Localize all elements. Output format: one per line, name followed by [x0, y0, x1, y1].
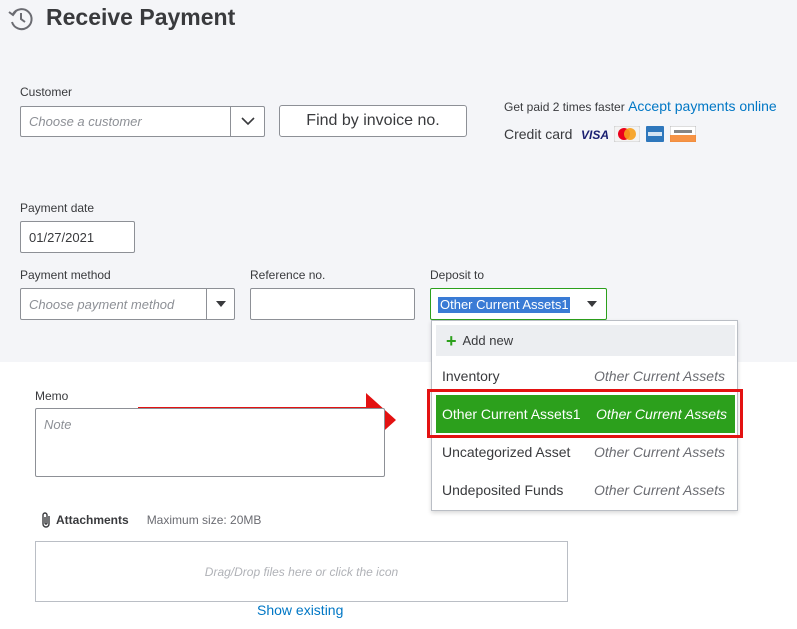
credit-card-label: Credit card — [504, 126, 573, 142]
attachments-max-size: Maximum size: 20MB — [146, 513, 262, 527]
deposit-to-label: Deposit to — [430, 268, 485, 282]
option-type: Other Current Assets — [594, 482, 725, 498]
caret-down-icon[interactable] — [206, 289, 234, 319]
drop-zone-text: Drag/Drop files here or click the icon — [204, 564, 399, 579]
option-name: Uncategorized Asset — [442, 444, 571, 460]
option-name: Inventory — [442, 368, 500, 384]
attachments-label: Attachments — [56, 513, 129, 527]
memo-placeholder: Note — [44, 417, 72, 432]
show-existing-link[interactable]: Show existing — [257, 602, 343, 618]
memo-textarea[interactable]: Note — [35, 408, 385, 477]
history-icon[interactable] — [7, 5, 35, 33]
paperclip-icon — [42, 512, 50, 528]
dropdown-option[interactable]: Undeposited Funds Other Current Assets — [432, 471, 737, 509]
visa-logo-icon: VISA — [581, 128, 608, 141]
attachments-header: Attachments Maximum size: 20MB — [40, 511, 261, 529]
caret-down-icon[interactable] — [578, 289, 606, 319]
amex-logo-icon — [646, 126, 665, 142]
customer-select[interactable]: Choose a customer — [20, 106, 265, 137]
payment-date-label: Payment date — [20, 201, 95, 215]
payment-method-placeholder: Choose payment method — [29, 296, 175, 312]
memo-label: Memo — [35, 389, 69, 403]
payment-date-value: 01/27/2021 — [29, 229, 95, 245]
promo-text: Get paid 2 times faster — [504, 100, 625, 114]
add-new-option[interactable]: + Add new — [436, 325, 735, 356]
svg-text:VISA: VISA — [581, 128, 608, 141]
payment-method-label: Payment method — [20, 268, 111, 282]
deposit-to-value[interactable]: Other Current Assets1 — [438, 297, 570, 313]
chevron-down-icon[interactable] — [230, 107, 264, 136]
discover-logo-icon — [670, 126, 697, 142]
dropdown-option[interactable]: Uncategorized Asset Other Current Assets — [432, 433, 737, 471]
payment-date-field[interactable]: 01/27/2021 — [20, 221, 135, 253]
customer-label: Customer — [20, 85, 73, 99]
page-title: Receive Payment — [46, 4, 236, 30]
deposit-to-select[interactable]: Other Current Assets1 — [430, 288, 607, 320]
annotation-highlight-box — [427, 389, 743, 438]
payment-method-select[interactable]: Choose payment method — [20, 288, 235, 320]
find-by-invoice-button[interactable]: Find by invoice no. — [279, 105, 467, 137]
customer-placeholder: Choose a customer — [29, 114, 142, 129]
reference-field[interactable] — [250, 288, 415, 320]
payments-promo: Get paid 2 times faster Accept payments … — [504, 98, 777, 114]
add-new-label: Add new — [462, 333, 514, 348]
option-type: Other Current Assets — [594, 368, 725, 384]
attachments-drop-zone[interactable]: Drag/Drop files here or click the icon — [35, 541, 568, 602]
credit-card-row: Credit card VISA — [504, 126, 697, 142]
option-name: Undeposited Funds — [442, 482, 564, 498]
mastercard-logo-icon — [614, 126, 641, 142]
reference-label: Reference no. — [250, 268, 326, 282]
option-type: Other Current Assets — [594, 444, 725, 460]
receive-payment-page: Receive Payment Customer Choose a custom… — [0, 0, 797, 629]
accept-payments-link[interactable]: Accept payments online — [628, 98, 777, 114]
plus-icon: + — [446, 330, 457, 351]
